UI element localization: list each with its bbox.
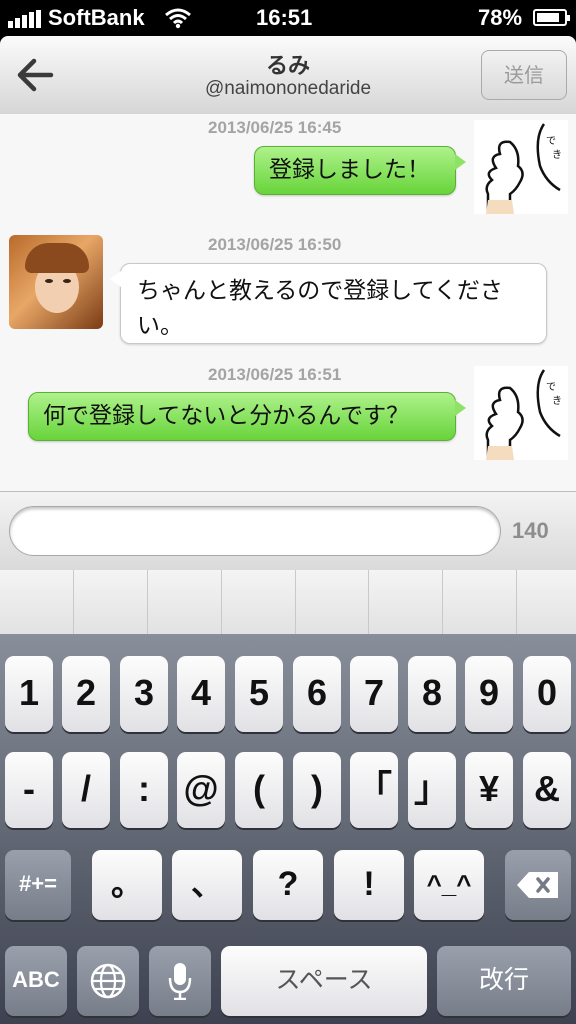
signal-icon xyxy=(8,10,44,28)
key-1[interactable]: 1 xyxy=(5,656,53,732)
svg-text:き: き xyxy=(552,395,562,407)
key-emoticon[interactable]: ^_^ xyxy=(414,850,484,920)
svg-text:で: で xyxy=(546,136,556,147)
candidate-slot[interactable] xyxy=(73,570,148,634)
contact-avatar[interactable] xyxy=(9,235,103,329)
key-question[interactable]: ? xyxy=(253,850,323,920)
svg-text:で: で xyxy=(546,382,556,393)
key-exclamation[interactable]: ! xyxy=(334,850,404,920)
key-open-bracket[interactable]: 「 xyxy=(350,752,398,828)
key-hyphen[interactable]: - xyxy=(5,752,53,828)
key-6[interactable]: 6 xyxy=(293,656,341,732)
carrier-label: SoftBank xyxy=(48,5,145,30)
keyboard: 1 2 3 4 5 6 7 8 9 0 - / : @ ( ) 「 」 ¥ & … xyxy=(0,634,576,1024)
key-slash[interactable]: / xyxy=(62,752,110,828)
key-yen[interactable]: ¥ xyxy=(465,752,513,828)
key-8[interactable]: 8 xyxy=(408,656,456,732)
outgoing-message[interactable]: 登録しました！ xyxy=(254,146,456,195)
battery-icon xyxy=(533,9,570,26)
globe-icon xyxy=(90,963,126,999)
key-2[interactable]: 2 xyxy=(62,656,110,732)
key-close-bracket[interactable]: 」 xyxy=(408,752,456,828)
key-0[interactable]: 0 xyxy=(523,656,571,732)
key-7[interactable]: 7 xyxy=(350,656,398,732)
key-symbols[interactable]: #+= xyxy=(5,850,71,920)
backspace-icon xyxy=(517,872,558,898)
character-counter: 140 xyxy=(512,518,549,543)
key-abc[interactable]: ABC xyxy=(5,946,67,1016)
candidate-bar xyxy=(0,570,576,634)
candidate-slot[interactable] xyxy=(442,570,517,634)
bubble-tail xyxy=(110,271,121,287)
key-colon[interactable]: : xyxy=(120,752,168,828)
key-open-paren[interactable]: ( xyxy=(235,752,283,828)
globe-key[interactable] xyxy=(77,946,139,1016)
key-9[interactable]: 9 xyxy=(465,656,513,732)
message-timestamp: 2013/06/25 16:45 xyxy=(208,118,342,137)
candidate-slot[interactable] xyxy=(221,570,296,634)
user-avatar-sticker[interactable]: で き xyxy=(474,120,568,214)
user-avatar-sticker[interactable]: で き xyxy=(474,366,568,460)
candidate-slot[interactable] xyxy=(147,570,222,634)
key-at[interactable]: @ xyxy=(177,752,225,828)
key-3[interactable]: 3 xyxy=(120,656,168,732)
key-ampersand[interactable]: & xyxy=(523,752,571,828)
space-key[interactable]: スペース xyxy=(221,946,427,1016)
key-comma[interactable]: 、 xyxy=(172,850,242,920)
wifi-icon xyxy=(165,8,191,29)
outgoing-message[interactable]: 何で登録してないと分かるんです？ xyxy=(28,392,456,441)
incoming-message[interactable]: ちゃんと教えるので登録してください。 xyxy=(120,263,547,344)
status-bar: SoftBank 16:51 78% xyxy=(0,0,576,36)
battery-percent: 78% xyxy=(478,5,523,30)
message-timestamp: 2013/06/25 16:51 xyxy=(208,365,342,384)
bubble-tail xyxy=(455,400,466,416)
send-button[interactable]: 送信 xyxy=(481,50,567,100)
return-key[interactable]: 改行 xyxy=(437,946,571,1016)
candidate-slot[interactable] xyxy=(368,570,443,634)
key-5[interactable]: 5 xyxy=(235,656,283,732)
microphone-icon xyxy=(168,963,192,1001)
candidate-slot[interactable] xyxy=(295,570,369,634)
key-4[interactable]: 4 xyxy=(177,656,225,732)
candidate-slot[interactable] xyxy=(516,570,576,634)
clock: 16:51 xyxy=(256,5,313,30)
bubble-tail xyxy=(455,154,466,170)
message-timestamp: 2013/06/25 16:50 xyxy=(208,235,342,254)
compose-bar: 140 xyxy=(0,491,576,570)
message-list: 2013/06/25 16:45 登録しました！ で き 2013/06/25 … xyxy=(0,114,576,491)
backspace-key[interactable] xyxy=(505,850,571,920)
key-close-paren[interactable]: ) xyxy=(293,752,341,828)
key-period[interactable]: 。 xyxy=(92,850,162,920)
dictation-key[interactable] xyxy=(149,946,211,1016)
message-input[interactable] xyxy=(9,506,501,556)
candidate-slot[interactable] xyxy=(0,570,74,634)
svg-text:き: き xyxy=(552,149,562,161)
conversation-header: るみ @naimononedaride 送信 xyxy=(0,36,576,115)
